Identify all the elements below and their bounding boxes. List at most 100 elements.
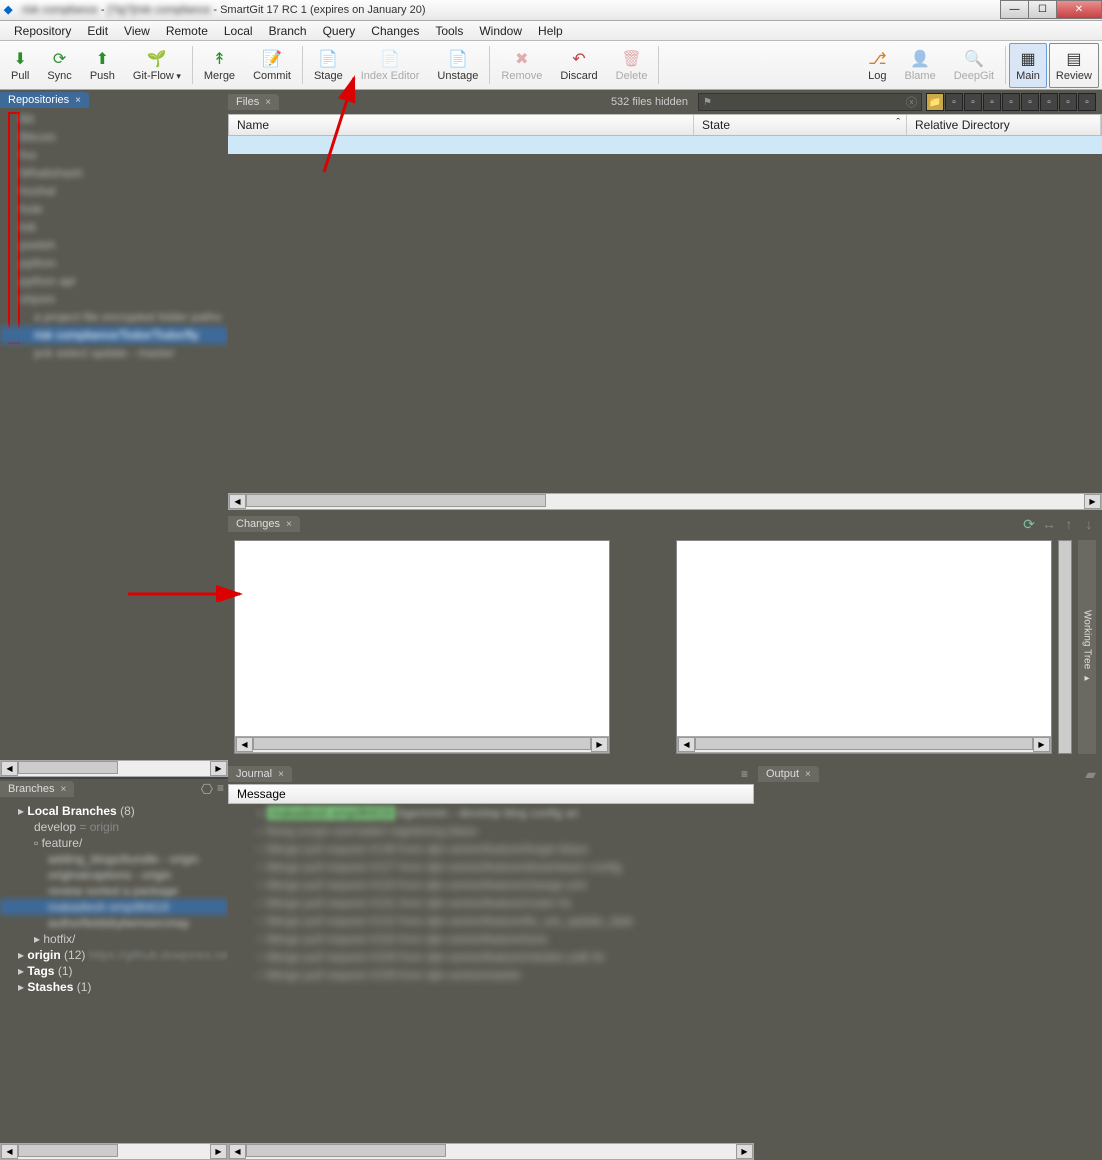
next-change-icon[interactable]: ↓ [1080, 516, 1098, 533]
files-search-input[interactable]: ⚑ ⓧ [698, 93, 922, 111]
delete-button[interactable]: 🗑Delete [607, 43, 657, 88]
files-horizontal-scrollbar[interactable]: ◀▶ [228, 493, 1102, 510]
log-button[interactable]: ⎇Log [859, 43, 895, 88]
log-label: Log [868, 70, 886, 82]
menu-repository[interactable]: Repository [6, 22, 79, 40]
menu-view[interactable]: View [116, 22, 158, 40]
remove-button[interactable]: ✖Remove [492, 43, 551, 88]
commit-button[interactable]: 📝Commit [244, 43, 300, 88]
blame-button[interactable]: 👤Blame [896, 43, 945, 88]
filter-f-icon[interactable]: ▫ [1040, 93, 1058, 111]
menu-bar: RepositoryEditViewRemoteLocalBranchQuery… [0, 21, 1102, 41]
files-table-header[interactable]: Name State Relative Directory [228, 114, 1102, 136]
close-icon[interactable]: × [286, 519, 292, 530]
menu-branch[interactable]: Branch [261, 22, 315, 40]
unstage-button[interactable]: 📄Unstage [428, 43, 487, 88]
merge-icon: ↟ [213, 48, 226, 70]
close-icon[interactable]: × [265, 97, 271, 108]
journal-list[interactable]: ○ makadiesh empi9h619 bgemmin - develop … [228, 804, 754, 1143]
swap-icon[interactable]: ↔ [1040, 516, 1058, 533]
filter-e-icon[interactable]: ▫ [1021, 93, 1039, 111]
menu-icon[interactable]: ≡ [741, 767, 754, 781]
deepgit-label: DeepGit [954, 70, 994, 82]
menu-icon[interactable]: ≡ [217, 781, 224, 798]
files-hidden-label: 532 files hidden [611, 96, 688, 108]
deepgit-icon: 🔍 [964, 48, 984, 70]
close-icon[interactable]: × [75, 95, 81, 106]
col-state[interactable]: State [694, 115, 907, 135]
journal-horizontal-scrollbar[interactable]: ◀▶ [228, 1143, 754, 1160]
indexeditor-label: Index Editor [361, 70, 420, 82]
maximize-button[interactable]: ☐ [1028, 0, 1057, 19]
prev-change-icon[interactable]: ↑ [1060, 516, 1078, 533]
diff-vertical-scrollbar[interactable] [1058, 540, 1072, 754]
working-tree-tab[interactable]: Working Tree ▸ [1078, 540, 1096, 754]
refresh-icon[interactable]: ⟳ [1020, 516, 1038, 533]
filter-a-icon[interactable]: ▫ [945, 93, 963, 111]
branches-tree[interactable]: ▸ Local Branches (8) develop = origin ▫ … [0, 799, 228, 1143]
close-button[interactable]: ✕ [1056, 0, 1102, 19]
merge-button[interactable]: ↟Merge [195, 43, 244, 88]
unstage-label: Unstage [437, 70, 478, 82]
journal-message-header[interactable]: Message [228, 784, 754, 804]
pull-button[interactable]: ⬇Pull [2, 43, 38, 88]
diff-right-pane[interactable]: ◀▶ [676, 540, 1052, 754]
repos-horizontal-scrollbar[interactable]: ◀▶ [0, 760, 228, 777]
files-tab[interactable]: Files× [228, 94, 279, 110]
menu-tools[interactable]: Tools [427, 22, 471, 40]
filter-d-icon[interactable]: ▫ [1002, 93, 1020, 111]
commit-icon: 📝 [262, 48, 282, 70]
push-label: Push [90, 70, 115, 82]
stage-button[interactable]: 📄Stage [305, 43, 352, 88]
repositories-tab[interactable]: Repositories× [0, 92, 89, 108]
filter-c-icon[interactable]: ▫ [983, 93, 1001, 111]
close-icon[interactable]: × [60, 784, 66, 795]
push-button[interactable]: ⬆Push [81, 43, 124, 88]
delete-icon: 🗑 [621, 48, 641, 70]
gitflow-button[interactable]: 🌱Git-Flow ▾ [124, 43, 190, 88]
stop-icon[interactable]: ▰ [1085, 766, 1102, 783]
discard-button[interactable]: ↶Discard [551, 43, 606, 88]
github-icon[interactable]: ⎔ [201, 781, 213, 798]
changes-tab[interactable]: Changes× [228, 516, 300, 532]
menu-help[interactable]: Help [530, 22, 571, 40]
close-icon[interactable]: × [805, 769, 811, 780]
menu-query[interactable]: Query [315, 22, 364, 40]
folder-icon[interactable]: 📁 [926, 93, 944, 111]
sync-button[interactable]: ⟳Sync [38, 43, 80, 88]
repositories-list[interactable]: Bit Bitcoin foo Whatishash hoshal hole l… [0, 110, 228, 760]
gitflow-icon: 🌱 [147, 48, 167, 70]
title-bar: ◆ risk compliance - [?ig?]risk complianc… [0, 0, 1102, 21]
files-table-body[interactable] [228, 136, 1102, 493]
menu-edit[interactable]: Edit [79, 22, 116, 40]
filter-b-icon[interactable]: ▫ [964, 93, 982, 111]
journal-tab[interactable]: Journal× [228, 766, 292, 782]
review-icon: ▤ [1066, 48, 1081, 70]
filter-h-icon[interactable]: ▫ [1078, 93, 1096, 111]
remove-label: Remove [501, 70, 542, 82]
main-button[interactable]: ▦Main [1009, 43, 1047, 88]
filter-g-icon[interactable]: ▫ [1059, 93, 1077, 111]
diff-left-pane[interactable]: ◀▶ [234, 540, 610, 754]
menu-changes[interactable]: Changes [363, 22, 427, 40]
blame-icon: 👤 [910, 48, 930, 70]
indexeditor-button[interactable]: 📄Index Editor [352, 43, 429, 88]
branches-tab[interactable]: Branches× [0, 781, 74, 797]
deepgit-button[interactable]: 🔍DeepGit [945, 43, 1003, 88]
minimize-button[interactable]: — [1000, 0, 1029, 19]
merge-label: Merge [204, 70, 235, 82]
discard-icon: ↶ [572, 48, 585, 70]
menu-local[interactable]: Local [216, 22, 261, 40]
col-relative-directory[interactable]: Relative Directory [907, 115, 1101, 135]
branches-horizontal-scrollbar[interactable]: ◀▶ [0, 1143, 228, 1160]
output-body [758, 784, 1102, 1160]
review-label: Review [1056, 70, 1092, 82]
menu-window[interactable]: Window [471, 22, 530, 40]
indexeditor-icon: 📄 [380, 48, 400, 70]
menu-remote[interactable]: Remote [158, 22, 216, 40]
col-name[interactable]: Name [229, 115, 694, 135]
close-icon[interactable]: × [278, 769, 284, 780]
clear-icon[interactable]: ⓧ [906, 94, 917, 110]
review-button[interactable]: ▤Review [1049, 43, 1099, 88]
output-tab[interactable]: Output× [758, 766, 819, 782]
